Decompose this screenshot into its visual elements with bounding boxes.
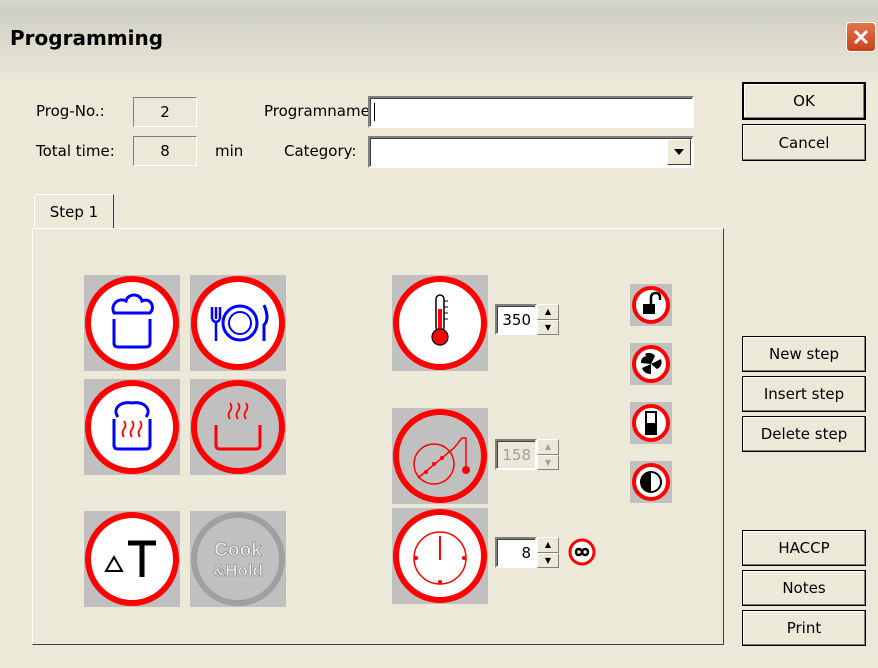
mode-pot-button[interactable] [84, 275, 180, 371]
time-button[interactable] [392, 508, 488, 604]
ok-button[interactable]: OK [742, 82, 866, 120]
delta-t-icon [85, 512, 179, 606]
thermometer-icon [393, 276, 487, 370]
core-temp-spinner: 158 ▲ ▼ [495, 439, 559, 470]
toast-icon [85, 380, 179, 474]
total-time-value: 8 [133, 136, 197, 166]
clock-icon [393, 509, 487, 603]
time-up-button[interactable]: ▲ [537, 537, 559, 553]
prog-no-label: Prog-No.: [36, 102, 105, 120]
total-time-label: Total time: [36, 142, 115, 160]
text-cursor [374, 103, 375, 121]
programname-label: Programname: [264, 102, 375, 120]
infinity-button[interactable] [568, 538, 596, 566]
half-circle-icon [632, 463, 670, 501]
window-title: Programming [10, 26, 164, 50]
steam-pot-icon [191, 380, 285, 474]
title-bar: Programming [0, 0, 878, 84]
half-power-icon [632, 404, 670, 442]
print-button[interactable]: Print [742, 610, 866, 646]
time-spinner[interactable]: 8 ▲ ▼ [495, 537, 559, 568]
core-temp-value: 158 [495, 439, 537, 470]
time-value[interactable]: 8 [495, 537, 537, 568]
category-dropdown-button[interactable] [667, 139, 691, 165]
cancel-button[interactable]: Cancel [742, 124, 866, 161]
temperature-spinner[interactable]: 350 ▲ ▼ [495, 304, 559, 335]
temperature-value[interactable]: 350 [495, 304, 537, 335]
haccp-button[interactable]: HACCP [742, 530, 866, 566]
cook-hold-icon: Cook &Hold [191, 512, 285, 606]
time-down-button[interactable]: ▼ [537, 552, 559, 568]
category-label: Category: [284, 142, 357, 160]
cook-hold-line-2: &Hold [213, 561, 263, 580]
pot-icon [85, 276, 179, 370]
mode-cook-hold-button[interactable]: Cook &Hold [190, 511, 286, 607]
dropdown-arrow-icon [674, 149, 684, 155]
total-time-unit: min [215, 142, 244, 160]
fan-option-button[interactable] [630, 343, 672, 385]
power-option-button[interactable] [630, 402, 672, 444]
core-temp-down-button: ▼ [537, 454, 559, 470]
temperature-down-button[interactable]: ▼ [537, 319, 559, 335]
close-icon [853, 29, 869, 45]
close-button[interactable] [846, 22, 876, 52]
half-mode-option-button[interactable] [630, 461, 672, 503]
core-probe-icon [393, 409, 487, 503]
new-step-button[interactable]: New step [742, 336, 866, 372]
mode-toast-button[interactable] [84, 379, 180, 475]
notes-button[interactable]: Notes [742, 570, 866, 606]
category-select[interactable] [368, 136, 694, 168]
infinity-icon [568, 538, 596, 566]
mode-steam-button[interactable] [190, 379, 286, 475]
lock-option-button[interactable] [630, 284, 672, 326]
delete-step-button[interactable]: Delete step [742, 416, 866, 452]
core-temp-button[interactable] [392, 408, 488, 504]
cook-hold-line-1: Cook [214, 540, 262, 561]
programname-input[interactable] [368, 96, 694, 128]
plate-icon [191, 276, 285, 370]
core-temp-up-button: ▲ [537, 439, 559, 455]
tab-step-1[interactable]: Step 1 [34, 194, 114, 228]
temperature-button[interactable] [392, 275, 488, 371]
mode-delta-t-button[interactable] [84, 511, 180, 607]
lock-icon [632, 286, 670, 324]
temperature-up-button[interactable]: ▲ [537, 304, 559, 320]
insert-step-button[interactable]: Insert step [742, 376, 866, 412]
prog-no-value: 2 [133, 97, 197, 127]
mode-plate-button[interactable] [190, 275, 286, 371]
fan-icon [632, 345, 670, 383]
